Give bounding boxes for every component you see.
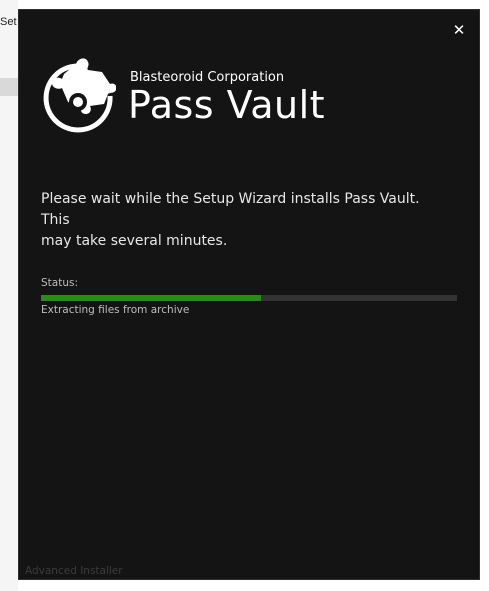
install-message: Please wait while the Setup Wizard insta…: [41, 191, 420, 249]
progress-fill: [41, 295, 262, 301]
status-detail: Extracting files from archive: [41, 304, 190, 316]
product-name: Pass Vault: [128, 83, 326, 127]
progress-bar: [41, 295, 457, 301]
close-button[interactable]: ✕: [451, 22, 467, 38]
installer-dialog: ✕ Blasteoroid Corporation Pass Vault Ple…: [18, 9, 480, 580]
close-icon: ✕: [452, 21, 466, 39]
background-window-title: Set: [0, 16, 17, 28]
installer-brand-footer: Advanced Installer: [25, 565, 123, 577]
status-label: Status:: [41, 277, 78, 289]
puzzle-piece-circle-icon: [43, 58, 116, 133]
background-window-element: [0, 78, 18, 96]
